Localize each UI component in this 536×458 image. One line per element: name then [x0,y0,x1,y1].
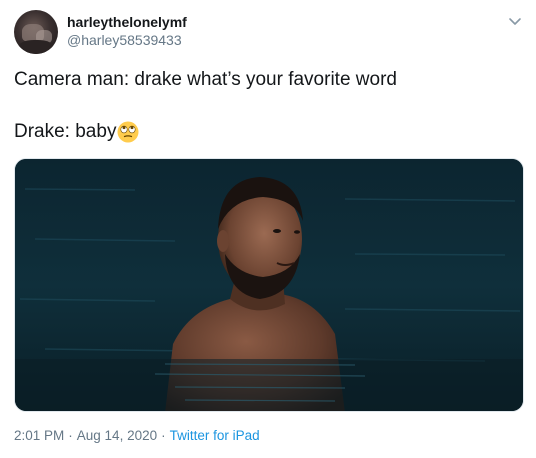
tweet-meta: 2:01 PM · Aug 14, 2020 · Twitter for iPad [14,428,260,443]
separator: · [161,428,166,443]
display-name[interactable]: harleythelonelymf [67,14,187,30]
chevron-down-icon[interactable] [508,14,522,28]
tweet-media-image[interactable] [14,158,524,412]
user-handle[interactable]: @harley58539433 [67,32,182,48]
avatar-shape [18,40,54,54]
tweet-date[interactable]: Aug 14, 2020 [77,428,157,443]
tweet-text-line-with-emoji: Drake: baby [14,119,139,145]
tweet-text-line: Camera man: drake what’s your favorite w… [14,69,397,90]
tweet-source-link[interactable]: Twitter for iPad [170,428,260,443]
tweet-text: Drake: baby [14,121,117,142]
media-scene [15,159,523,411]
tweet-card[interactable]: harleythelonelymf @harley58539433 Camera… [0,0,536,458]
avatar[interactable] [14,10,58,54]
face-with-rolling-eyes-icon [117,121,139,143]
separator: · [68,428,73,443]
tweet-time[interactable]: 2:01 PM [14,428,64,443]
